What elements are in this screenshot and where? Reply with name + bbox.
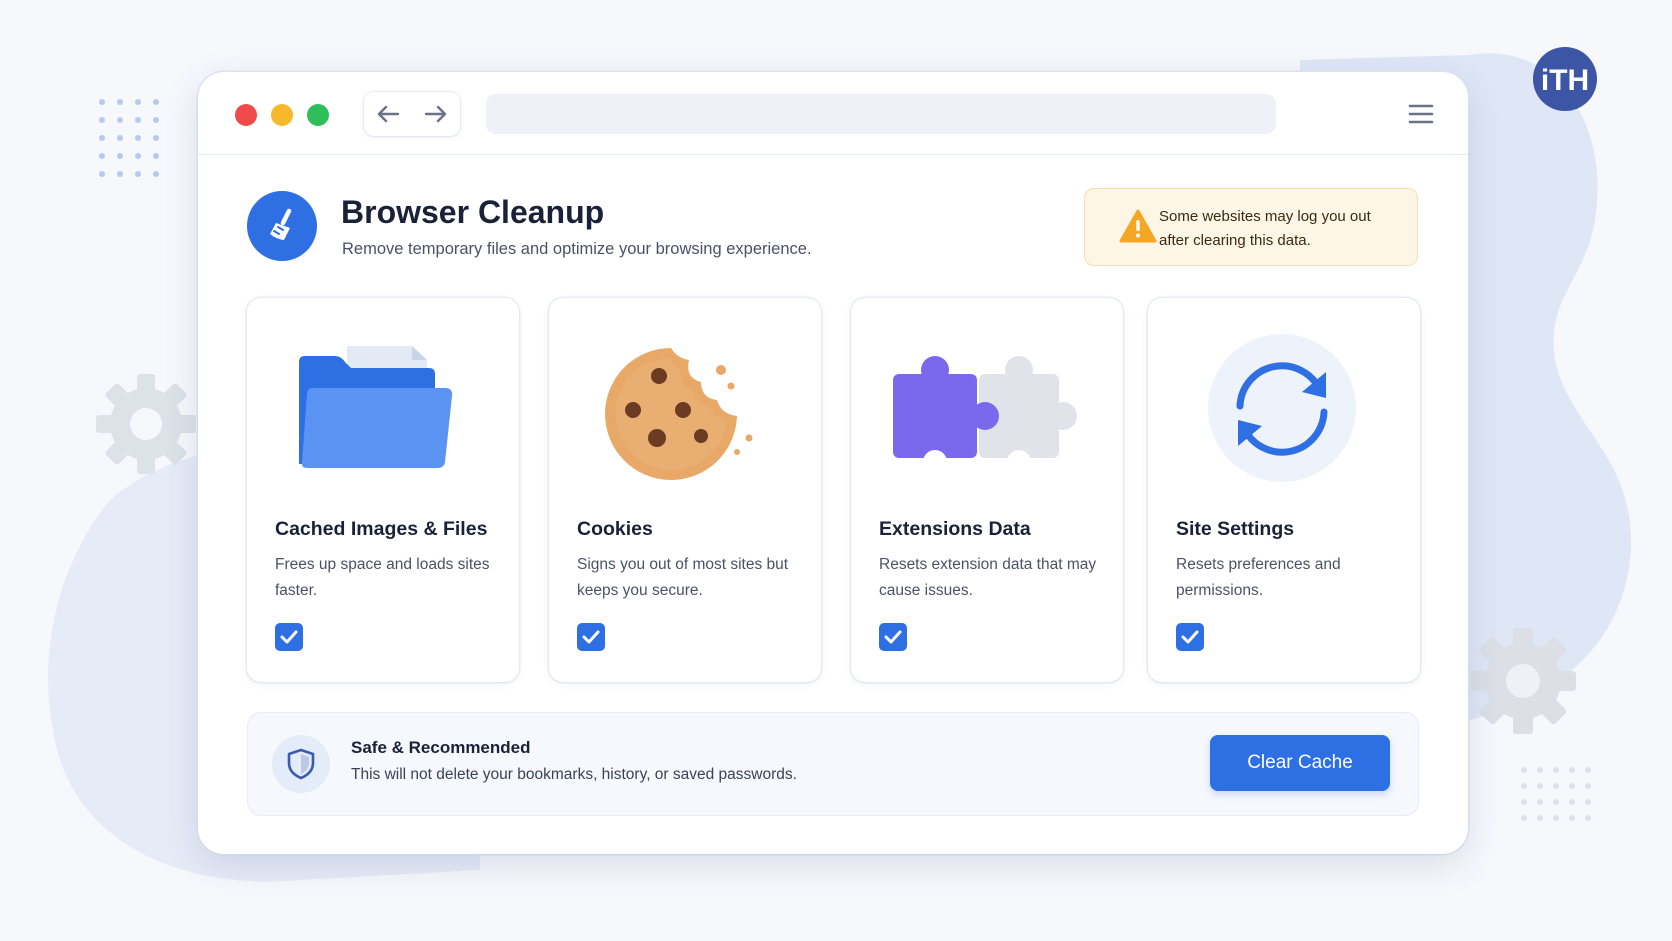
address-bar[interactable] [486, 94, 1276, 134]
cookie-icon [605, 348, 753, 480]
canvas: iTH Browser Cleanup Remove temporary fil… [0, 0, 1672, 941]
card-description: Resets preferences and permissions. [1176, 556, 1341, 599]
option-card-site-settings[interactable]: Site Settings Resets preferences and per… [1148, 298, 1420, 682]
clear-cache-button[interactable]: Clear Cache [1210, 735, 1390, 791]
site-settings-checkbox[interactable] [1176, 623, 1204, 651]
checkmark-icon [280, 630, 298, 644]
card-title: Cookies [577, 518, 653, 540]
sync-icon [1208, 334, 1356, 482]
footer-title: Safe & Recommended [351, 738, 531, 757]
card-title: Cached Images & Files [275, 518, 488, 540]
footer-description: This will not delete your bookmarks, his… [351, 766, 797, 783]
card-title: Extensions Data [879, 518, 1031, 540]
dot-grid-top-left [99, 99, 159, 177]
checkmark-icon [1181, 630, 1199, 644]
minimize-window-button[interactable] [271, 104, 293, 126]
shield-icon [272, 735, 330, 793]
close-window-button[interactable] [235, 104, 257, 126]
ith-logo-icon: iTH [1533, 47, 1597, 111]
puzzle-icon [893, 356, 1077, 474]
hamburger-menu-icon [1408, 104, 1434, 124]
card-description: Resets extension data that may cause iss… [879, 556, 1097, 599]
arrow-left-icon [377, 105, 400, 123]
menu-button[interactable] [1408, 102, 1434, 126]
cookies-checkbox[interactable] [577, 623, 605, 651]
footer-panel: Safe & Recommended This will not delete … [247, 712, 1419, 816]
card-description: Signs you out of most sites but keeps yo… [577, 556, 789, 599]
option-card-cached-files[interactable]: Cached Images & Files Frees up space and… [247, 298, 519, 682]
folder-icon [299, 346, 453, 468]
arrow-right-icon [424, 105, 447, 123]
title-bar [198, 72, 1468, 155]
card-title: Site Settings [1176, 518, 1295, 540]
page-title: Browser Cleanup [341, 194, 605, 230]
navigation-buttons [364, 92, 460, 136]
checkmark-icon [582, 630, 600, 644]
forward-button[interactable] [422, 101, 450, 127]
extensions-checkbox[interactable] [879, 623, 907, 651]
checkmark-icon [884, 630, 902, 644]
back-button[interactable] [374, 101, 402, 127]
card-description: Frees up space and loads sites faster. [275, 556, 490, 599]
browser-window: Browser Cleanup Remove temporary files a… [198, 72, 1468, 854]
svg-text:iTH: iTH [1541, 64, 1589, 97]
warning-text: Some websites may log you out after clea… [1159, 208, 1371, 249]
warning-notice: Some websites may log you out after clea… [1084, 188, 1418, 266]
maximize-window-button[interactable] [307, 104, 329, 126]
gear-icon [96, 374, 196, 474]
dot-grid-bottom-right [1521, 767, 1591, 821]
warning-triangle-icon [1119, 209, 1157, 243]
option-card-extensions[interactable]: Extensions Data Resets extension data th… [851, 298, 1123, 682]
cached-files-checkbox[interactable] [275, 623, 303, 651]
page-subtitle: Remove temporary files and optimize your… [342, 240, 812, 258]
option-card-cookies[interactable]: Cookies Signs you out of most sites but … [549, 298, 821, 682]
gear-icon [1470, 628, 1576, 734]
broom-icon [247, 191, 317, 261]
